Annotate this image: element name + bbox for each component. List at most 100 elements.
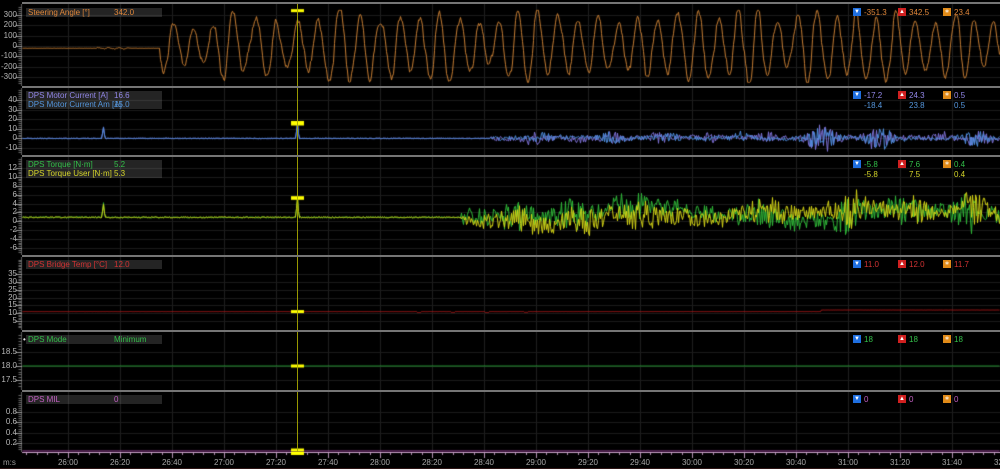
stat-avg-cell: 0.4: [943, 170, 987, 180]
time-tick-label: 27:40: [313, 458, 343, 467]
min-icon: ▼: [853, 260, 861, 268]
selected-signal-marker: •: [23, 335, 26, 344]
avg-icon: ∗: [943, 91, 951, 99]
time-unit-label: m:s: [3, 458, 16, 467]
time-tick-label: 29:00: [521, 458, 551, 467]
signal-header-row[interactable]: DPS MIL0: [26, 395, 162, 404]
time-cursor-line: [297, 4, 298, 452]
y-tick-label: 4: [0, 200, 17, 208]
y-tick-label: 0: [0, 42, 17, 50]
stat-min-cell: ▼11.0: [853, 260, 897, 270]
stat-max-value: 18: [909, 335, 918, 344]
y-tick-label: 5: [0, 317, 17, 325]
stat-max-value: 7.5: [909, 170, 920, 179]
stat-min-value: -5.8: [864, 160, 878, 169]
signal-current-value: 0: [114, 395, 118, 404]
avg-icon: ∗: [943, 8, 951, 16]
time-tick-label: 28:20: [417, 458, 447, 467]
time-tick-label: 30:20: [729, 458, 759, 467]
y-tick-label: -100: [0, 52, 17, 60]
stat-row: ▼-17.2▲24.3∗0.5: [846, 91, 1000, 101]
signal-header-row[interactable]: DPS Motor Current Am [A]15.0: [26, 100, 162, 109]
signal-header-dps-mode: •DPS ModeMinimum: [26, 335, 162, 344]
signal-label: DPS Bridge Temp [°C]: [28, 260, 107, 269]
stat-min-cell: ▼-17.2: [853, 91, 897, 101]
signal-current-value: 5.3: [114, 169, 125, 178]
y-tick-label: 20: [0, 115, 17, 123]
stat-avg-value: 0.4: [954, 160, 965, 169]
stat-avg-cell: ∗0.4: [943, 160, 987, 170]
stat-max-cell: ▲0: [898, 395, 942, 405]
signal-header-row[interactable]: Steering Angle [°]342.0: [26, 8, 162, 17]
signal-current-value: 5.2: [114, 160, 125, 169]
stat-min-cell: ▼-351.3: [853, 8, 897, 18]
y-tick-label: 8: [0, 182, 17, 190]
y-tick-label: 2: [0, 208, 17, 216]
min-icon: ▼: [853, 395, 861, 403]
y-tick-label: 6: [0, 191, 17, 199]
stat-min-value: -351.3: [864, 8, 887, 17]
signal-label: DPS Motor Current Am [A]: [28, 100, 122, 109]
min-icon: ▼: [853, 160, 861, 168]
signal-header-row[interactable]: DPS Bridge Temp [°C]12.0: [26, 260, 162, 269]
stat-max-cell: ▲342.5: [898, 8, 942, 18]
stat-avg-value: 18: [954, 335, 963, 344]
panel-dps-motor-current: 403020100-10DPS Motor Current [A]16.6DPS…: [0, 88, 1000, 155]
stat-row: -5.8 7.5 0.4: [846, 170, 1000, 180]
stat-min-value: 18: [864, 335, 873, 344]
signal-stats-dps-torque: ▼-5.8▲7.6∗0.4-5.8 7.5 0.4: [846, 160, 1000, 180]
stat-avg-value: 0.4: [954, 170, 965, 179]
time-tick-label: 27:20: [261, 458, 291, 467]
signal-label: DPS Torque [N·m]: [28, 160, 93, 169]
time-tick-label: 27:00: [209, 458, 239, 467]
stat-min-value: -5.8: [864, 170, 878, 179]
y-tick-label: -4: [0, 235, 17, 243]
y-tick-label: 18.5: [0, 348, 17, 356]
stat-min-value: -17.2: [864, 91, 882, 100]
max-icon: ▲: [898, 335, 906, 343]
stat-row: ▼0▲0∗0: [846, 395, 1000, 405]
y-tick-label: 17.5: [0, 376, 17, 384]
max-icon: ▲: [898, 395, 906, 403]
stat-avg-cell: ∗0.5: [943, 91, 987, 101]
stat-max-cell: ▲18: [898, 335, 942, 345]
y-tick-label: 12: [0, 164, 17, 172]
y-tick-label: 0.4: [0, 429, 17, 437]
panel-dps-bridge-temp: 3530252015105DPS Bridge Temp [°C]12.0▼11…: [0, 257, 1000, 330]
stat-max-cell: ▲24.3: [898, 91, 942, 101]
stat-row: -18.4 23.8 0.5: [846, 101, 1000, 111]
stat-avg-cell: ∗11.7: [943, 260, 987, 270]
signal-header-row[interactable]: DPS Torque User [N·m]5.3: [26, 169, 162, 178]
stat-min-cell: ▼-5.8: [853, 160, 897, 170]
panel-separator: [22, 330, 1000, 332]
time-tick-label: 31:20: [885, 458, 915, 467]
time-cursor[interactable]: [294, 4, 301, 452]
signal-header-row[interactable]: DPS Torque [N·m] 5.2: [26, 160, 162, 169]
signal-header-row[interactable]: •DPS ModeMinimum: [26, 335, 162, 344]
panel-separator: [22, 2, 1000, 4]
stat-min-cell: -18.4: [853, 101, 897, 111]
stat-avg-value: 0.5: [954, 101, 965, 110]
stat-row: ▼-5.8▲7.6∗0.4: [846, 160, 1000, 170]
time-axis[interactable]: m:s 26:0026:2026:4027:0027:2027:4028:002…: [0, 452, 1000, 469]
stat-min-value: 11.0: [864, 260, 879, 269]
stat-max-cell: 23.8: [898, 101, 942, 111]
stat-min-value: -18.4: [864, 101, 882, 110]
y-tick-label: 30: [0, 106, 17, 114]
time-tick-label: 32:00: [989, 458, 1000, 467]
stat-max-cell: ▲12.0: [898, 260, 942, 270]
signal-current-value: 16.6: [114, 91, 130, 100]
signal-label: DPS Mode: [28, 335, 67, 344]
time-tick-label: 28:00: [365, 458, 395, 467]
min-icon: ▼: [853, 8, 861, 16]
signal-label: DPS Torque User [N·m]: [28, 169, 112, 178]
stat-min-cell: ▼18: [853, 335, 897, 345]
stat-max-cell: 7.5: [898, 170, 942, 180]
stat-avg-cell: ∗0: [943, 395, 987, 405]
y-tick-label: -300: [0, 73, 17, 81]
y-tick-label: 100: [0, 32, 17, 40]
y-tick-label: 0: [0, 217, 17, 225]
stat-row: ▼-351.3▲342.5∗23.4: [846, 8, 1000, 18]
max-icon: ▲: [898, 91, 906, 99]
signal-header-row[interactable]: DPS Motor Current [A]16.6: [26, 91, 162, 100]
